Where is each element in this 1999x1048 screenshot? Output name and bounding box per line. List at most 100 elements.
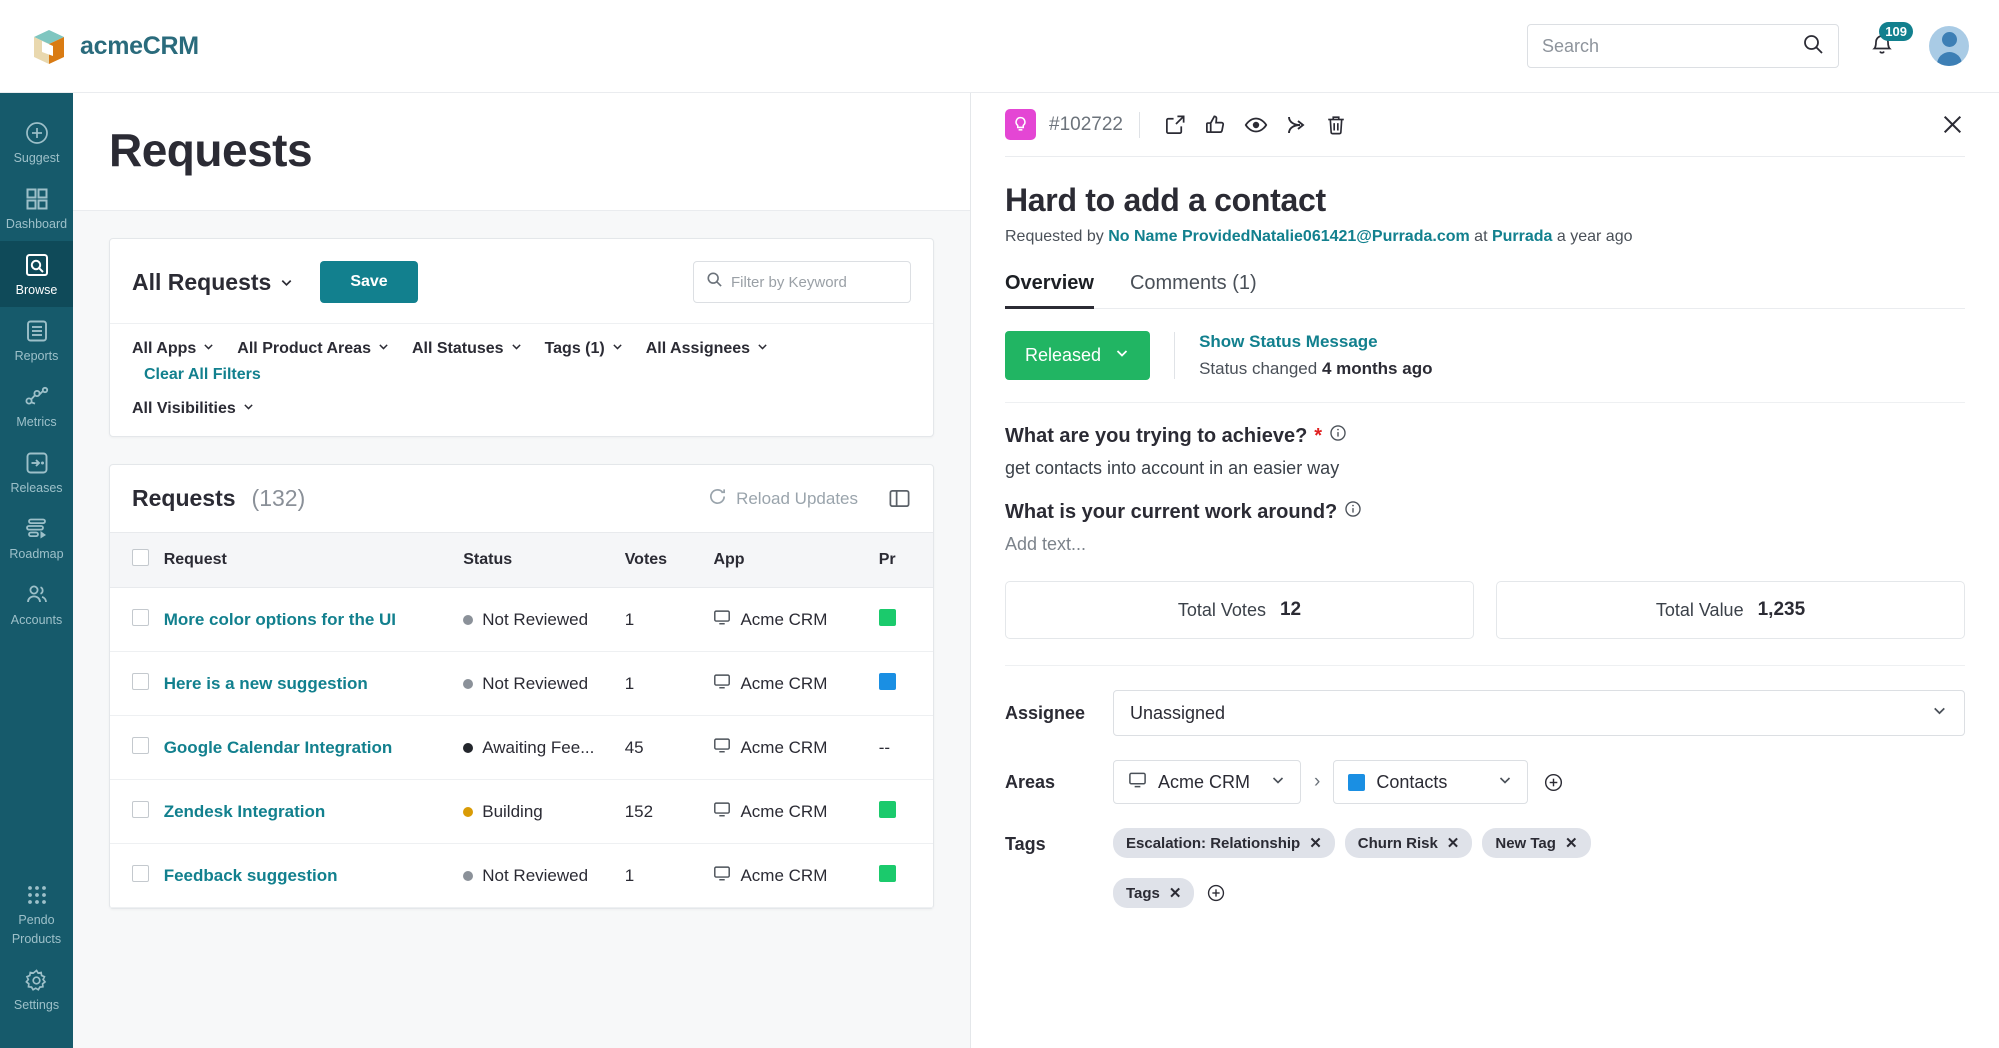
save-button[interactable]: Save (320, 261, 418, 303)
filter-tags[interactable]: Tags (1) (545, 340, 624, 358)
global-search[interactable] (1527, 24, 1839, 68)
requester-link[interactable]: No Name ProvidedNatalie061421@Purrada.co… (1108, 228, 1470, 245)
remove-tag-icon[interactable]: ✕ (1309, 834, 1322, 852)
sidebar-item-dashboard[interactable]: Dashboard (0, 175, 73, 241)
tag-chip[interactable]: New Tag ✕ (1482, 828, 1591, 858)
column-settings-button[interactable] (888, 487, 911, 510)
row-checkbox[interactable] (132, 672, 149, 690)
info-icon[interactable] (1329, 424, 1347, 448)
keyword-input[interactable] (731, 273, 930, 291)
area-app-select[interactable]: Acme CRM (1113, 760, 1301, 804)
refresh-icon (708, 487, 727, 511)
eye-icon[interactable] (1236, 108, 1276, 142)
status-label: Not Reviewed (482, 865, 589, 885)
request-link[interactable]: Feedback suggestion (164, 866, 338, 885)
remove-tag-icon[interactable]: ✕ (1565, 834, 1578, 852)
table-row[interactable]: Google Calendar Integration Awaiting Fee… (110, 715, 933, 780)
filter-all-product-areas[interactable]: All Product Areas (237, 340, 390, 358)
table-row[interactable]: More color options for the UI Not Review… (110, 587, 933, 652)
acme-cube-logo-icon (28, 25, 70, 67)
info-icon[interactable] (1344, 500, 1362, 524)
row-checkbox[interactable] (132, 800, 149, 818)
sidebar-label: Suggest (13, 151, 60, 165)
sidebar-item-reports[interactable]: Reports (0, 307, 73, 373)
tab-overview[interactable]: Overview (1005, 272, 1094, 309)
request-link[interactable]: Here is a new suggestion (164, 674, 368, 693)
area-subarea-select[interactable]: Contacts (1333, 760, 1529, 804)
sidebar-item-releases[interactable]: Releases (0, 439, 73, 505)
sidebar-item-browse[interactable]: Browse (0, 241, 73, 307)
col-header-status[interactable]: Status (463, 532, 625, 588)
show-status-message-link[interactable]: Show Status Message (1199, 332, 1432, 352)
sidebar-item-settings[interactable]: Settings (0, 956, 73, 1022)
sidebar-item-roadmap[interactable]: Roadmap (0, 505, 73, 571)
thumbs-up-icon[interactable] (1196, 108, 1236, 142)
tag-chip[interactable]: Tags ✕ (1113, 878, 1195, 908)
select-all-header[interactable] (110, 532, 164, 588)
status-section: Released Show Status Message Status chan… (1005, 331, 1965, 403)
sidebar-item-suggest[interactable]: Suggest (0, 109, 73, 175)
remove-tag-icon[interactable]: ✕ (1169, 884, 1182, 902)
external-link-icon[interactable] (1156, 108, 1196, 142)
merge-icon[interactable] (1276, 108, 1316, 142)
request-link[interactable]: More color options for the UI (164, 610, 396, 629)
col-header-pr[interactable]: Pr (878, 532, 933, 588)
sidebar-item-metrics[interactable]: Metrics (0, 373, 73, 439)
remove-tag-icon[interactable]: ✕ (1447, 834, 1460, 852)
sidebar-item-pendo-products[interactable]: Pendo Products (0, 871, 73, 956)
close-icon[interactable] (1940, 112, 1965, 137)
tag-chip[interactable]: Churn Risk ✕ (1344, 828, 1473, 858)
request-link[interactable]: Google Calendar Integration (164, 738, 393, 757)
table-row[interactable]: Here is a new suggestion Not Reviewed 1 … (110, 651, 933, 716)
area-app-value: Acme CRM (1158, 771, 1251, 792)
col-header-request[interactable]: Request (163, 532, 464, 588)
chevron-down-icon (279, 269, 294, 296)
select-all-checkbox[interactable] (132, 549, 149, 566)
status-dot-icon (463, 806, 474, 817)
question-2-answer[interactable]: Add text... (1005, 534, 1965, 555)
add-area-button[interactable] (1543, 772, 1564, 793)
user-avatar[interactable] (1929, 26, 1969, 66)
notifications-button[interactable]: 109 (1867, 22, 1913, 63)
add-tag-button[interactable] (1206, 883, 1226, 903)
sidebar-label: Metrics (16, 415, 57, 429)
question-1-text: What are you trying to achieve? (1005, 424, 1308, 447)
filter-all-statuses[interactable]: All Statuses (412, 340, 523, 358)
view-selector-label: All Requests (132, 268, 272, 295)
left-sidebar: Suggest Dashboard Browse Reports Metrics… (0, 93, 73, 1048)
request-id: #102722 (1049, 113, 1123, 135)
status-dropdown[interactable]: Released (1005, 331, 1151, 380)
request-link[interactable]: Zendesk Integration (164, 802, 326, 821)
status-cell: Not Reviewed (463, 674, 624, 694)
question-1-answer[interactable]: get contacts into account in an easier w… (1005, 458, 1965, 479)
table-row[interactable]: Feedback suggestion Not Reviewed 1 Acme … (110, 843, 933, 908)
table-row[interactable]: Zendesk Integration Building 152 Acme CR… (110, 779, 933, 844)
trash-icon[interactable] (1316, 108, 1356, 142)
filter-all-visibilities[interactable]: All Visibilities (132, 400, 255, 418)
filter-all-apps[interactable]: All Apps (132, 340, 215, 358)
status-value: Released (1025, 345, 1102, 365)
keyword-filter[interactable] (693, 261, 930, 303)
tab-comments[interactable]: Comments (1) (1130, 272, 1257, 308)
col-header-votes[interactable]: Votes (624, 532, 714, 588)
filter-all-assignees[interactable]: All Assignees (646, 340, 769, 358)
brand-logo-area[interactable]: acmeCRM (28, 25, 199, 67)
assignee-select[interactable]: Unassigned (1113, 690, 1965, 736)
account-link[interactable]: Purrada (1492, 228, 1552, 245)
tag-chip[interactable]: Escalation: Relationship ✕ (1113, 828, 1335, 858)
reload-updates-button[interactable]: Reload Updates (708, 487, 858, 511)
filters-secondary-row: All Apps All Product Areas All Statuses … (110, 323, 933, 436)
row-checkbox[interactable] (132, 864, 149, 882)
row-checkbox[interactable] (132, 608, 149, 626)
status-cell: Not Reviewed (463, 610, 624, 630)
search-input[interactable] (1542, 35, 1802, 57)
sidebar-label: Settings (13, 998, 60, 1012)
col-header-app[interactable]: App (713, 532, 879, 588)
status-cell: Not Reviewed (463, 866, 624, 886)
sidebar-label: Roadmap (9, 547, 64, 561)
view-selector[interactable]: All Requests (132, 269, 294, 296)
row-checkbox[interactable] (132, 736, 149, 754)
clear-all-filters-button[interactable]: Clear All Filters (144, 366, 261, 384)
page-title: Requests (109, 124, 313, 176)
sidebar-item-accounts[interactable]: Accounts (0, 571, 73, 637)
